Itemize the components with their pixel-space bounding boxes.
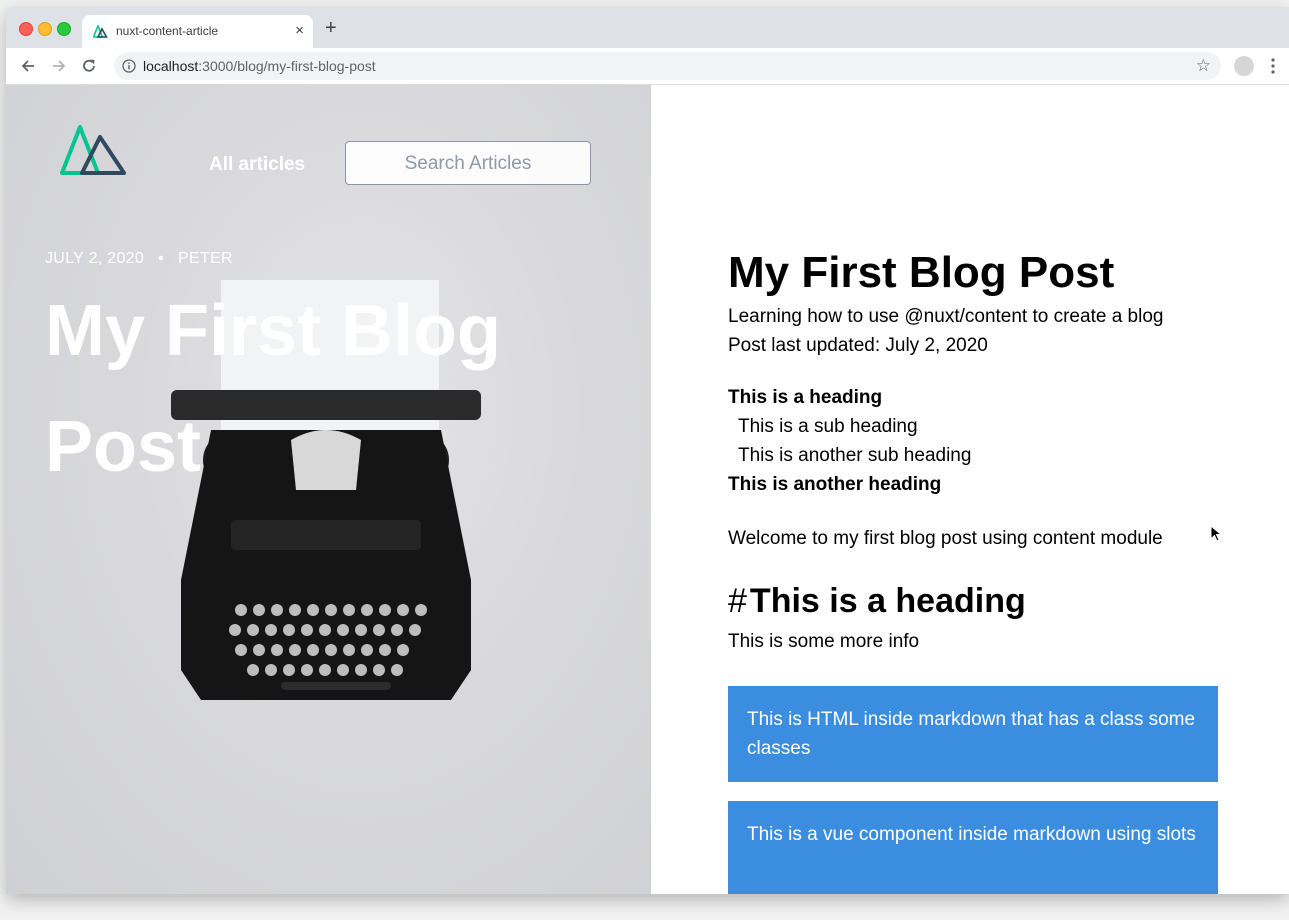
article-title: My First Blog Post (728, 248, 1115, 297)
post-meta: JULY 2, 2020 • PETER (45, 250, 233, 268)
toc-item[interactable]: This is another heading (728, 470, 971, 499)
browser-tab[interactable]: nuxt-content-article × (82, 15, 313, 48)
info-icon[interactable] (122, 59, 136, 73)
toc-item[interactable]: This is another sub heading (728, 441, 971, 470)
tab-title: nuxt-content-article (116, 24, 219, 38)
nav-all-articles-link[interactable]: All articles (209, 154, 305, 176)
search-input[interactable]: Search Articles (345, 141, 591, 185)
nuxt-logo-icon[interactable] (60, 123, 126, 179)
reload-icon[interactable] (80, 57, 98, 75)
article-body-text: Welcome to my first blog post using cont… (728, 528, 1163, 549)
table-of-contents: This is a heading This is a sub heading … (728, 383, 971, 499)
tab-close-icon[interactable]: × (295, 22, 304, 40)
html-callout: This is HTML inside markdown that has a … (728, 686, 1218, 782)
new-tab-button[interactable]: + (325, 18, 337, 38)
heading-anchor-link[interactable]: # (728, 582, 747, 620)
forward-arrow-icon[interactable] (50, 57, 68, 75)
article-heading: #This is a heading (728, 582, 1026, 621)
post-date: JULY 2, 2020 (45, 250, 145, 267)
vue-component-callout: This is a vue component inside markdown … (728, 801, 1218, 894)
post-author: PETER (177, 250, 233, 267)
browser-toolbar: localhost:3000/blog/my-first-blog-post ☆ (6, 48, 1289, 85)
article-info-text: This is some more info (728, 631, 920, 652)
mouse-cursor-icon (1210, 525, 1222, 542)
toc-item[interactable]: This is a sub heading (728, 412, 971, 441)
meta-separator: • (158, 250, 164, 267)
back-arrow-icon[interactable] (19, 57, 37, 75)
nuxt-favicon-icon (93, 25, 108, 38)
close-window-button[interactable] (19, 22, 33, 36)
extension-icon[interactable] (1234, 56, 1254, 76)
hero-panel: All articles Search Articles JULY 2, 202… (6, 85, 651, 894)
address-bar[interactable]: localhost:3000/blog/my-first-blog-post ☆ (114, 52, 1221, 80)
toc-item[interactable]: This is a heading (728, 383, 971, 412)
article-description: Learning how to use @nuxt/content to cre… (728, 306, 1164, 327)
menu-dots-icon[interactable] (1270, 57, 1276, 75)
minimize-window-button[interactable] (38, 22, 52, 36)
hero-title: My First Blog Post (45, 291, 502, 487)
article-updated-date: Post last updated: July 2, 2020 (728, 335, 988, 356)
star-icon[interactable]: ☆ (1196, 56, 1211, 76)
page-content: All articles Search Articles JULY 2, 202… (6, 85, 1289, 894)
browser-window: nuxt-content-article × + localhost:3000/… (6, 7, 1289, 894)
heading-text: This is a heading (749, 582, 1026, 620)
tab-strip: nuxt-content-article × + (6, 7, 1289, 48)
article-panel: My First Blog Post Learning how to use @… (651, 85, 1289, 894)
maximize-window-button[interactable] (57, 22, 71, 36)
url-text[interactable]: localhost:3000/blog/my-first-blog-post (143, 58, 376, 74)
